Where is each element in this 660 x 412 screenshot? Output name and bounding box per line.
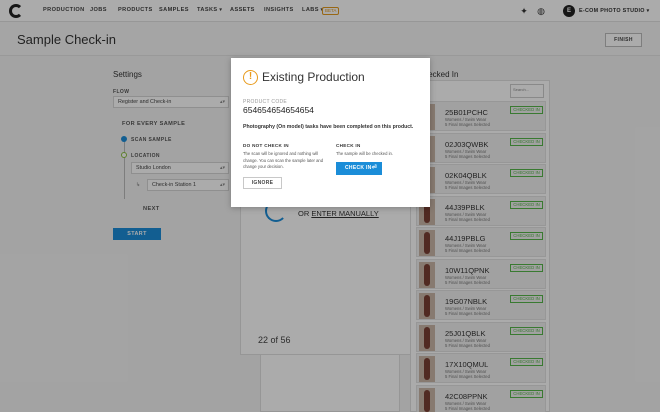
product-code-value: 654654654654654 <box>243 105 314 115</box>
check-in-title: CHECK IN <box>336 143 361 148</box>
check-in-button[interactable]: CHECK IN ⏎ <box>336 162 382 175</box>
modal-title: Existing Production <box>262 70 365 84</box>
ignore-button[interactable]: IGNORE <box>243 177 282 189</box>
check-in-button-label: CHECK IN <box>345 165 372 171</box>
do-not-check-in-title: DO NOT CHECK IN <box>243 143 289 148</box>
existing-production-modal: ! Existing Production PRODUCT CODE 65465… <box>231 58 430 207</box>
check-in-description: The sample will be checked in. <box>336 151 394 156</box>
warning-icon: ! <box>243 70 258 85</box>
do-not-check-in-description: The scan will be ignored and nothing wil… <box>243 151 324 170</box>
modal-message: Photography (On model) tasks have been c… <box>243 124 414 130</box>
return-icon: ⏎ <box>371 165 377 171</box>
